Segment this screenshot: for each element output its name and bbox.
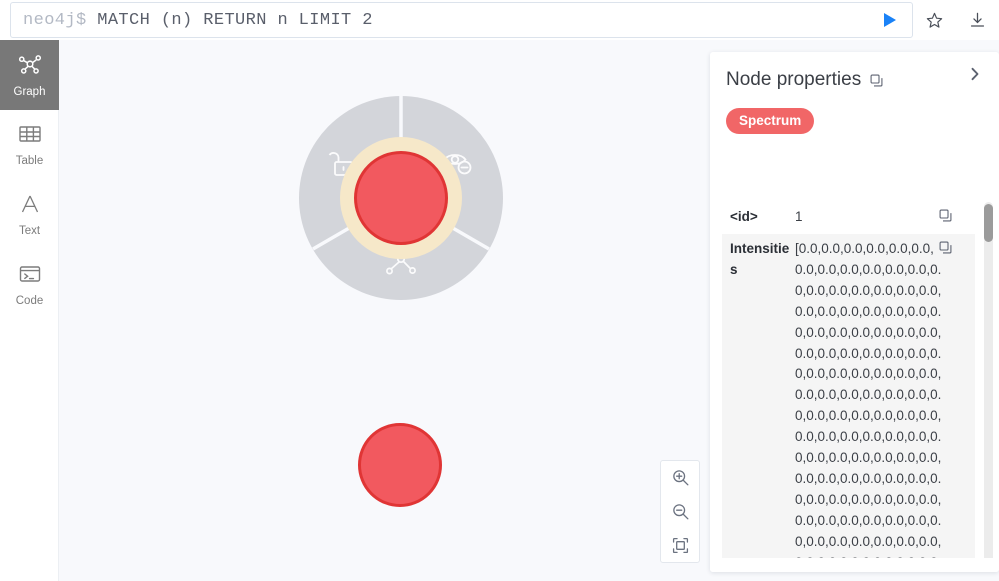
query-editor-bar: neo4j$ MATCH (n) RETURN n LIMIT 2 <box>0 0 999 40</box>
table-icon <box>17 122 43 151</box>
copy-icon[interactable] <box>938 240 953 255</box>
panel-bottom-fade <box>710 558 999 572</box>
graph-node-1[interactable] <box>354 151 448 245</box>
property-row-id: <id> 1 <box>722 202 975 234</box>
sidebar-label-code: Code <box>15 295 44 308</box>
sidebar-label-text: Text <box>18 225 41 238</box>
zoom-out-icon[interactable] <box>665 496 695 526</box>
sidebar-item-graph[interactable]: Graph <box>0 40 59 110</box>
node-label-pill[interactable]: Spectrum <box>726 108 815 134</box>
properties-table: <id> 1 Intensities [0.0,0.0,0.0,0.0,0.0,… <box>722 202 975 572</box>
node-properties-panel: Node properties Spectrum <id> 1 Intensit… <box>710 52 999 572</box>
neo4j-browser-app: neo4j$ MATCH (n) RETURN n LIMIT 2 Graph … <box>0 0 999 581</box>
sidebar-label-graph: Graph <box>13 86 46 99</box>
node-label-row: Spectrum <box>710 98 999 142</box>
panel-scrollbar-thumb[interactable] <box>984 204 993 242</box>
property-key: Intensities <box>730 240 790 277</box>
sidebar-item-table[interactable]: Table <box>0 110 59 180</box>
zoom-in-icon[interactable] <box>665 463 695 493</box>
editor-action-buttons <box>913 0 999 40</box>
download-icon[interactable] <box>965 7 991 33</box>
property-key: <id> <box>730 209 758 224</box>
zoom-controls <box>660 460 700 563</box>
panel-title: Node properties <box>726 69 862 90</box>
property-row-intensities: Intensities [0.0,0.0,0.0,0.0,0.0,0.0,0.0… <box>722 233 975 572</box>
code-icon <box>17 262 43 291</box>
view-sidebar: Graph Table Text Code <box>0 40 59 581</box>
collapse-panel-chevron-right-icon[interactable] <box>965 64 985 84</box>
text-icon <box>17 192 43 221</box>
editor-query-text: MATCH (n) RETURN n LIMIT 2 <box>97 10 373 30</box>
panel-header: Node properties <box>710 52 999 98</box>
favorite-star-icon[interactable] <box>922 7 948 33</box>
panel-scrollbar[interactable] <box>984 202 993 572</box>
copy-icon[interactable] <box>938 208 953 223</box>
graph-icon <box>17 51 43 82</box>
graph-node-2[interactable] <box>358 423 442 507</box>
sidebar-item-text[interactable]: Text <box>0 180 59 250</box>
panel-title-copy-icon[interactable] <box>869 73 884 93</box>
fit-to-screen-icon[interactable] <box>665 530 695 560</box>
property-value: [0.0,0.0,0.0,0.0,0.0,0.0,0.0,0.0,0.0,0.0… <box>795 240 942 570</box>
run-query-button[interactable] <box>878 9 900 31</box>
query-editor[interactable]: neo4j$ MATCH (n) RETURN n LIMIT 2 <box>10 2 913 38</box>
sidebar-label-table: Table <box>15 155 44 168</box>
editor-prompt: neo4j$ <box>23 10 98 30</box>
sidebar-item-code[interactable]: Code <box>0 250 59 320</box>
